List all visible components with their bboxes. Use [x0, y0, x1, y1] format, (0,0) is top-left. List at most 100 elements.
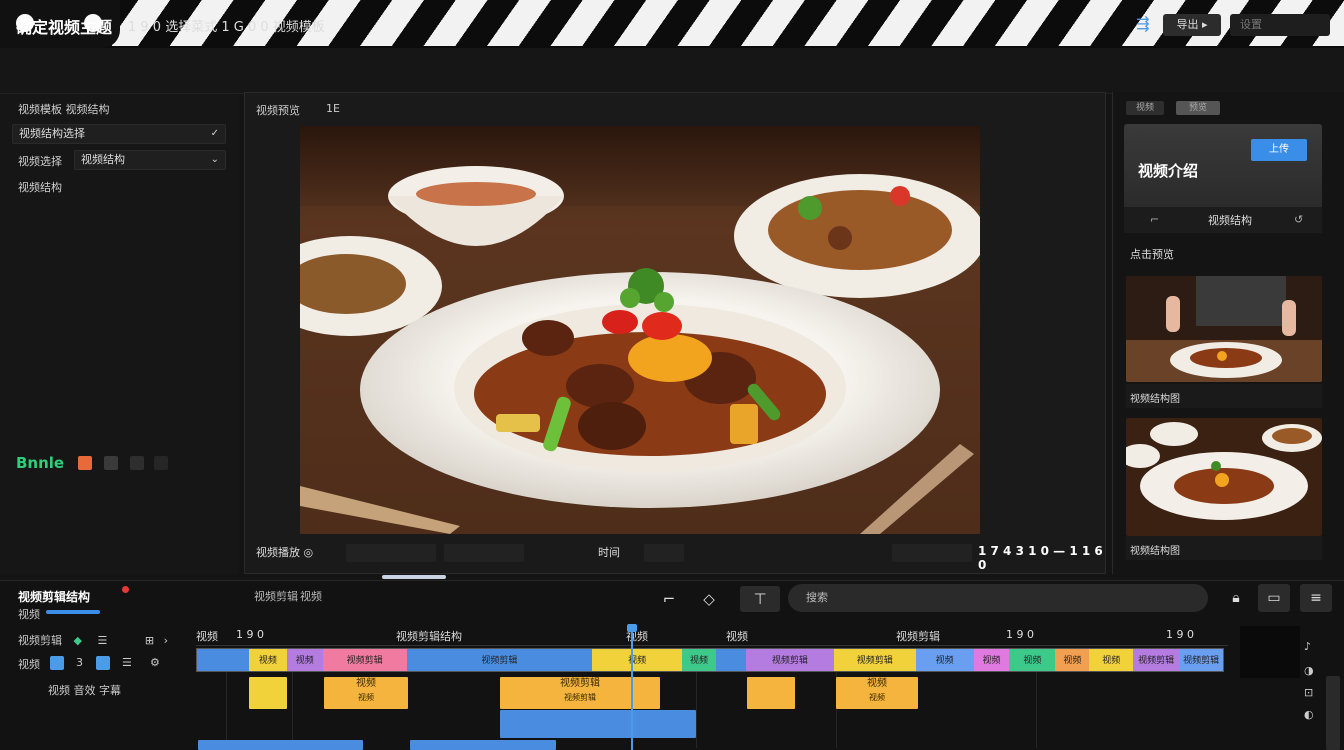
tab-video[interactable]: 视频: [1126, 101, 1164, 115]
scrub-handle[interactable]: [382, 575, 446, 579]
keyframe-icon[interactable]: ◇: [694, 586, 724, 612]
tab-secondary[interactable]: 1E: [326, 102, 340, 115]
side-eye-icon[interactable]: ◐: [1304, 708, 1314, 721]
zoom-field[interactable]: [892, 544, 972, 562]
timeline-clip[interactable]: [198, 740, 363, 750]
track-segment[interactable]: 视频: [973, 649, 1010, 671]
video-select-value: 视频结构: [81, 153, 125, 166]
track-segment[interactable]: 视频: [286, 649, 323, 671]
ruler-tick-label: 视频: [196, 630, 218, 643]
trim-icon[interactable]: ⌐: [654, 586, 684, 612]
monitor-icon[interactable]: ▭: [1258, 584, 1290, 612]
intro-card-footer: ⌐ 视频结构 ↺: [1124, 207, 1322, 233]
trash-icon[interactable]: [130, 456, 144, 470]
export-button[interactable]: 导出 ▸: [1163, 14, 1221, 36]
clip-label: 视频剪辑: [560, 678, 600, 689]
clip-sublabel: 视频: [358, 693, 374, 702]
play-label[interactable]: 视频播放 ◎: [256, 544, 313, 560]
timeline-side-preview: [1240, 626, 1300, 678]
thumbnail-1[interactable]: [1126, 276, 1322, 382]
track-segment[interactable]: [716, 649, 746, 671]
clip-label: 视频: [356, 678, 376, 689]
track-settings-icon[interactable]: ⚙︎: [150, 656, 160, 669]
page-title: 确定视频主题: [16, 18, 113, 37]
track-header-2: 视频: [18, 656, 40, 672]
video-select-label: 视频选择: [18, 155, 62, 168]
track-number-icon[interactable]: 3: [76, 656, 83, 669]
timeline-clip[interactable]: [249, 677, 287, 709]
chevron-right-icon[interactable]: ›: [164, 634, 168, 647]
track-segment[interactable]: 视频剪辑: [322, 649, 407, 671]
timeline-clip[interactable]: [410, 740, 556, 750]
timeline-clip[interactable]: 视频 视频: [324, 677, 408, 709]
record-icon[interactable]: [78, 456, 92, 470]
track-segment[interactable]: 视频: [915, 649, 974, 671]
split-clip-icon[interactable]: ⊤: [740, 586, 780, 612]
lock-icon[interactable]: 🔒︎: [1220, 584, 1252, 612]
track-toggle-icon[interactable]: [96, 656, 110, 670]
scrub-field[interactable]: [346, 544, 436, 562]
track-segment[interactable]: [197, 649, 249, 671]
playhead[interactable]: [631, 626, 633, 750]
track-segment[interactable]: 视频: [592, 649, 683, 671]
track-segment[interactable]: 视频: [1009, 649, 1056, 671]
structure-select-value: 视频结构选择: [19, 127, 85, 140]
intro-card-title: 视频介绍: [1138, 162, 1199, 180]
playhead-handle[interactable]: [627, 624, 637, 632]
video-track[interactable]: 视频 视频 视频剪辑 视频剪辑 视频 视频 视频剪辑 视频剪辑 视频 视频 视频 视频 视频 视频剪辑 视频…: [196, 648, 1224, 672]
timeline-clip[interactable]: [500, 710, 696, 738]
tab-preview-right[interactable]: 预览: [1176, 101, 1220, 115]
track-toggle-icon[interactable]: [50, 656, 64, 670]
side-volume-icon[interactable]: ◑: [1304, 664, 1314, 677]
ruler-tick-label: 1 9 0: [1006, 628, 1034, 641]
food-dish-illustration: [300, 126, 980, 534]
video-select[interactable]: 视频结构 ⌄: [74, 150, 226, 170]
more-icon[interactable]: [154, 456, 168, 470]
thumbnail-2-caption: 视频结构图: [1130, 546, 1180, 557]
timeline-scrollbar[interactable]: [1326, 676, 1340, 750]
card-right-icon[interactable]: ↺: [1294, 213, 1303, 226]
settings-field[interactable]: 设置: [1230, 14, 1330, 36]
track-segment[interactable]: 视频剪辑: [1179, 649, 1224, 671]
timeline-clip[interactable]: 视频 视频: [836, 677, 918, 709]
chevron-down-icon: ⌄: [210, 154, 219, 165]
card-left-icon[interactable]: ⌐: [1150, 213, 1159, 226]
brand-logo: Bnnle: [16, 454, 65, 472]
card-footer-label: 视频结构: [1208, 214, 1252, 227]
timeline-clip[interactable]: 视频剪辑 视频剪辑: [500, 677, 660, 709]
timeline-search-input[interactable]: 搜索: [788, 584, 1208, 612]
track-segment[interactable]: 视频: [1055, 649, 1090, 671]
timeline-ruler[interactable]: 视频 1 9 0 视频剪辑结构 视频 视频 视频剪辑 1 9 01 9 0: [196, 626, 1228, 646]
left-section-title: 视频模板 视频结构: [18, 103, 110, 116]
track-segment[interactable]: 视频: [682, 649, 717, 671]
track-segment[interactable]: 视频: [248, 649, 287, 671]
list-icon[interactable]: ☰: [97, 634, 107, 647]
track-segment[interactable]: 视频剪辑: [833, 649, 916, 671]
side-audio-icon[interactable]: ♪: [1304, 640, 1311, 653]
timeline-clip[interactable]: [747, 677, 795, 709]
grid-icon[interactable]: [104, 456, 118, 470]
track-list-icon[interactable]: ☰: [122, 656, 132, 669]
track-segment[interactable]: 视频: [1089, 649, 1134, 671]
timeline-progress: [46, 610, 100, 614]
thumbnail-2[interactable]: [1126, 418, 1322, 536]
video-preview-image[interactable]: [300, 126, 980, 534]
side-lock-icon[interactable]: ⊡: [1304, 686, 1313, 699]
grid-icon[interactable]: ⊞: [145, 634, 154, 647]
track-header-3: 视频 音效 字幕: [48, 684, 121, 697]
time-label: 时间: [598, 546, 620, 559]
left-section-3[interactable]: 视频结构: [18, 179, 62, 195]
tab-preview[interactable]: 视频预览: [256, 102, 300, 118]
player-controls: 视频播放 ◎ 时间 1 7 4 3 1 0 — 1 1 6 0: [248, 540, 1104, 572]
thumbnail-image: [1126, 276, 1322, 382]
menu-icon[interactable]: ≡: [1300, 584, 1332, 612]
upload-button[interactable]: 上传: [1251, 139, 1307, 161]
track-segment[interactable]: 视频剪辑: [406, 649, 593, 671]
volume-field[interactable]: [644, 544, 684, 562]
structure-select[interactable]: 视频结构选择 ✓: [12, 124, 226, 144]
split-icon[interactable]: ⇶: [1132, 14, 1154, 33]
speed-field[interactable]: [444, 544, 524, 562]
diamond-icon[interactable]: ◆: [74, 634, 82, 647]
track-segment[interactable]: 视频剪辑: [1133, 649, 1180, 671]
track-segment[interactable]: 视频剪辑: [745, 649, 834, 671]
